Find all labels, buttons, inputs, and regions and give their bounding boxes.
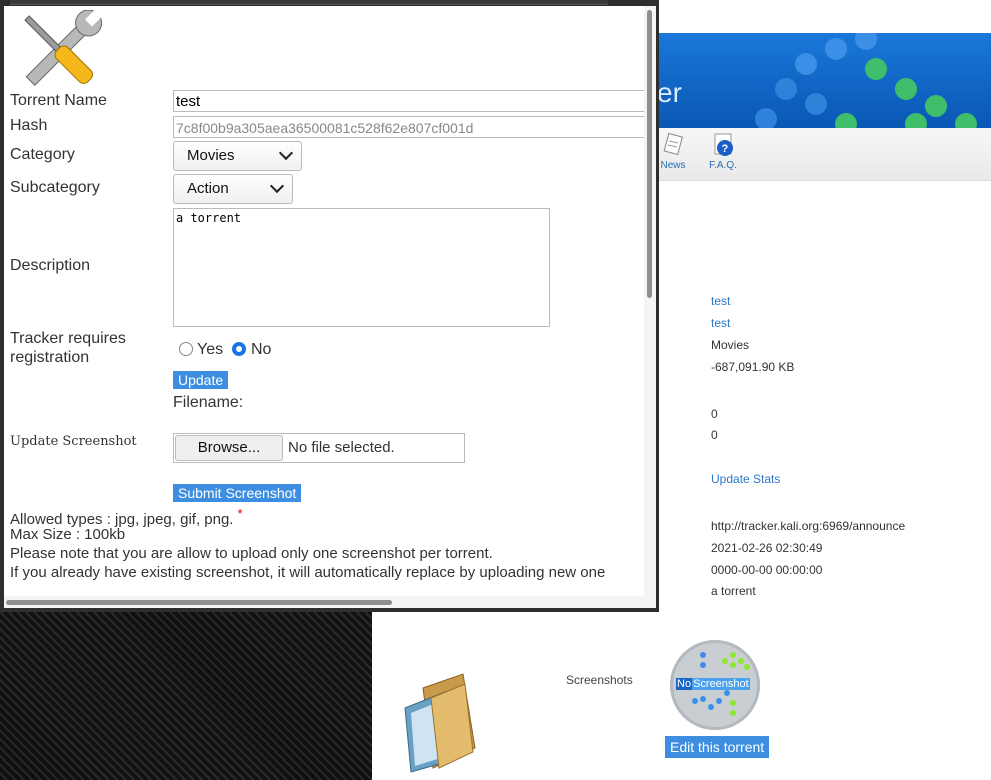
update-screenshot-label: Update Screenshot (10, 434, 137, 449)
nav-news[interactable]: News (653, 132, 693, 171)
torrent-name-label: Torrent Name (10, 92, 107, 109)
no-label: No (676, 678, 693, 690)
horizontal-scrollbar[interactable] (4, 596, 656, 608)
subcategory-selected: Action (187, 180, 229, 197)
browse-button[interactable]: Browse... (175, 435, 283, 461)
radio-no-label: No (251, 341, 272, 358)
seeders-count: 0 (711, 407, 718, 421)
allowed-types-note: Allowed types : jpg, jpeg, gif, png. * (10, 507, 243, 528)
hash-label: Hash (10, 117, 48, 134)
help-icon: ? (710, 132, 736, 158)
torrent-filename-link[interactable]: test (711, 316, 730, 330)
description-textarea[interactable]: a torrent (173, 208, 550, 327)
screenshot-label: Screenshot (692, 678, 750, 690)
radio-yes[interactable] (179, 342, 193, 356)
description-label: Description (10, 257, 91, 274)
torrent-size: -687,091.90 KB (711, 360, 795, 374)
required-mark: * (237, 507, 243, 521)
added-date: 2021-02-26 02:30:49 (711, 541, 823, 555)
torrent-name-input[interactable]: test (173, 90, 644, 112)
announce-url: http://tracker.kali.org:6969/announce (711, 519, 906, 533)
category-select[interactable]: Movies (173, 141, 302, 171)
torrent-description: a torrent (711, 584, 756, 598)
svg-text:?: ? (722, 143, 729, 155)
window-content: Torrent Name test Hash 7c8f00b9a305aea36… (4, 6, 644, 596)
chevron-down-icon (278, 145, 294, 161)
horizontal-scroll-thumb[interactable] (6, 600, 392, 605)
nav-faq[interactable]: ? F.A.Q. (703, 132, 743, 171)
radio-no[interactable] (232, 342, 246, 356)
vertical-scrollbar[interactable] (644, 6, 656, 596)
category-selected: Movies (187, 147, 235, 164)
screenshot-file-input[interactable]: Browse... No file selected. (173, 433, 465, 463)
replace-note: If you already have existing screenshot,… (10, 564, 606, 581)
no-file-text: No file selected. (288, 439, 395, 456)
tracker-req-line1: Tracker requires (10, 330, 126, 347)
edit-torrent-button[interactable]: Edit this torrent (665, 736, 770, 758)
tracker-req-label: Tracker requires registration (10, 329, 126, 367)
nav-news-label: News (660, 160, 686, 171)
hash-field[interactable]: 7c8f00b9a305aea36500081c528f62e807cf001d (173, 116, 644, 138)
update-button[interactable]: Update (173, 371, 229, 389)
tracker-req-line2: registration (10, 349, 90, 366)
max-size-note: Max Size : 100kb (10, 526, 126, 543)
nav-faq-label: F.A.Q. (709, 160, 737, 171)
radio-yes-label: Yes (197, 341, 224, 358)
vertical-scroll-thumb[interactable] (647, 10, 652, 298)
subcategory-select[interactable]: Action (173, 174, 293, 204)
category-label: Category (10, 146, 75, 163)
banner-text: er (657, 77, 682, 108)
subcategory-label: Subcategory (10, 179, 100, 196)
submit-screenshot-button[interactable]: Submit Screenshot (173, 484, 302, 502)
nav-strip: News ? F.A.Q. (655, 128, 991, 181)
news-icon (660, 132, 686, 158)
chevron-down-icon (269, 178, 285, 194)
leechers-count: 0 (711, 428, 718, 442)
screenshots-label: Screenshots (566, 673, 633, 687)
no-screenshot-image: No Screenshot (670, 640, 760, 730)
torrent-category: Movies (711, 338, 750, 352)
filename-label: Filename: (173, 394, 244, 411)
background-stripes (0, 610, 372, 780)
site-banner: er (655, 33, 991, 128)
torrent-name-link[interactable]: test (711, 294, 730, 308)
tools-icon (16, 9, 106, 94)
folder-icon (393, 668, 483, 773)
update-stats-link[interactable]: Update Stats (711, 472, 780, 486)
last-update-date: 0000-00-00 00:00:00 (711, 563, 823, 577)
one-screenshot-note: Please note that you are allow to upload… (10, 545, 493, 562)
